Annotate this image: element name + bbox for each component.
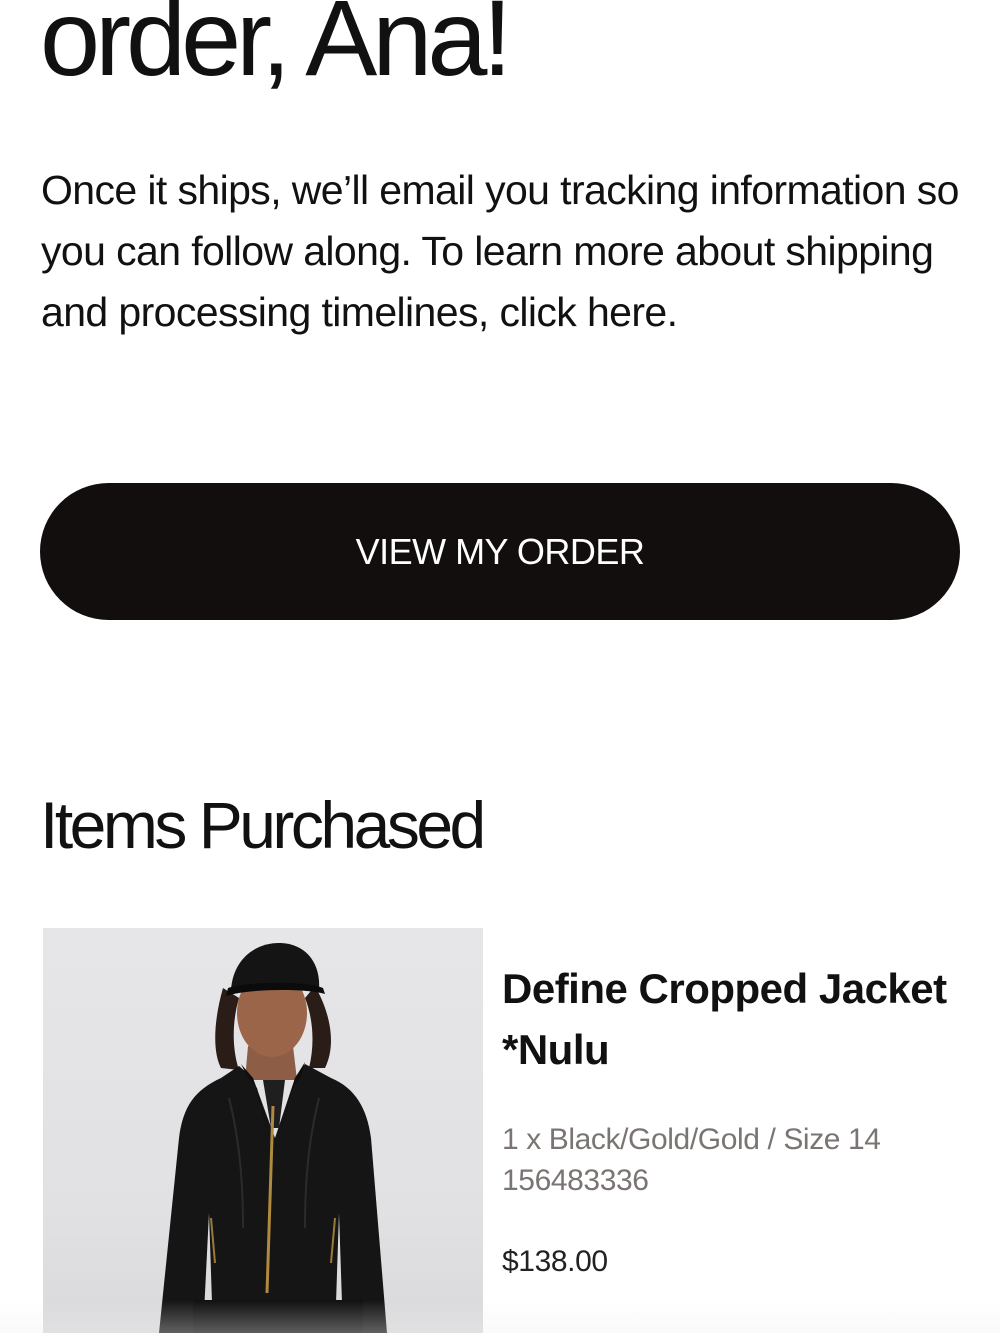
items-purchased-heading: Items Purchased (40, 788, 486, 862)
shipping-timelines-link[interactable]: click here (499, 289, 667, 335)
product-image[interactable] (43, 928, 483, 1333)
view-my-order-button[interactable]: VIEW MY ORDER (40, 483, 960, 620)
product-sku: 156483336 (502, 1164, 649, 1197)
page-headline: order, Ana! (40, 0, 512, 98)
product-price: $138.00 (502, 1245, 608, 1278)
product-variant: 1 x Black/Gold/Gold / Size 14 (502, 1123, 881, 1156)
shipping-info-text: Once it ships, we’ll email you tracking … (41, 160, 961, 343)
product-name[interactable]: Define Cropped Jacket *Nulu (502, 958, 962, 1080)
shipping-info-suffix: . (666, 289, 678, 335)
jacket-model-photo (159, 942, 387, 1333)
